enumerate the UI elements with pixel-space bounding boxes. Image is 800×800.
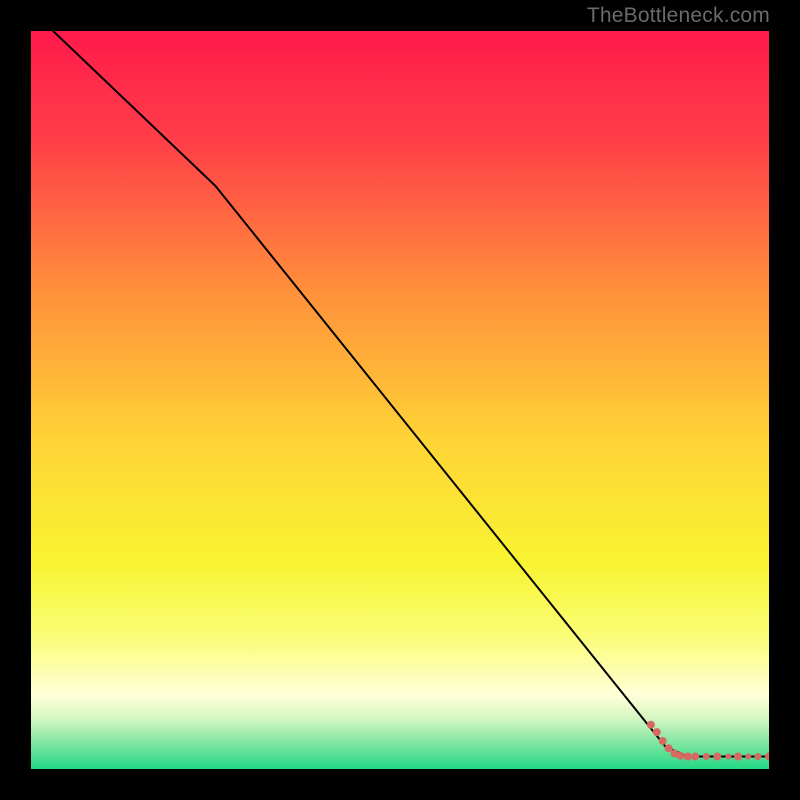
plot-area (31, 31, 769, 769)
series-marker-band-point (713, 753, 721, 761)
series-marker-band-point (659, 737, 667, 745)
series-marker-band-point (734, 753, 742, 761)
series-marker-band-point (703, 753, 710, 760)
series-marker-band-point (725, 754, 731, 760)
series-marker-band-point (754, 753, 761, 760)
series-marker-band-point (647, 721, 655, 729)
series-marker-band-point (691, 753, 699, 761)
series-marker-band-point (653, 728, 661, 736)
series-marker-band-point (745, 754, 751, 760)
chart-svg (31, 31, 769, 769)
gradient-background (31, 31, 769, 769)
series-marker-band-point (684, 753, 692, 761)
series-marker-band-point (676, 752, 684, 760)
chart-stage: TheBottleneck.com (0, 0, 800, 800)
watermark-text: TheBottleneck.com (587, 4, 770, 28)
